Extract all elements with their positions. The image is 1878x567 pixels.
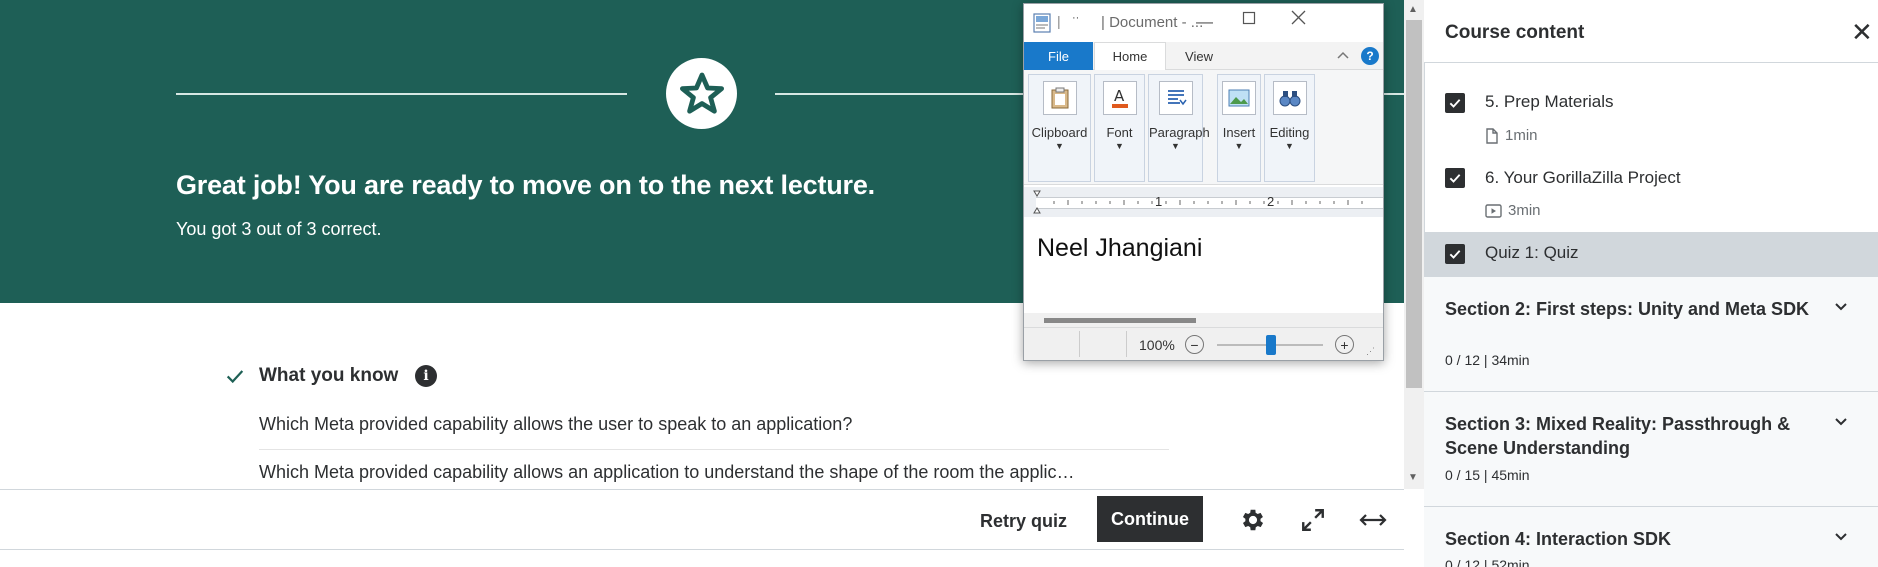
continue-button[interactable]: Continue [1097,496,1203,542]
chevron-down-icon[interactable] [1834,529,1848,547]
wordpad-window[interactable]: | ·· | Document - ... — File Home View ?… [1023,3,1384,361]
quick-access-menu-icon[interactable]: ·· [1072,12,1079,24]
ruler-ticks [1033,190,1363,214]
ribbon-group-label: Editing [1269,125,1310,140]
tab-view[interactable]: View [1174,42,1224,70]
sidebar-title: Course content [1445,22,1585,43]
info-icon[interactable]: i [415,365,437,387]
lecture-title[interactable]: 6. Your GorillaZilla Project [1485,168,1681,188]
ribbon-group-label: Paragraph [1149,125,1210,140]
lecture-title[interactable]: 5. Prep Materials [1485,92,1614,112]
font-icon: A [1102,81,1137,115]
window-close-icon[interactable] [1291,10,1306,30]
settings-gear-icon[interactable] [1238,505,1268,535]
section-title[interactable]: Section 2: First steps: Unity and Meta S… [1445,297,1825,321]
question-divider [259,449,1169,450]
quick-access-separator: | [1057,13,1061,29]
section-meta: 0 / 12 | 52min [1445,557,1530,567]
close-icon[interactable]: ✕ [1851,19,1873,45]
ribbon-group-clipboard[interactable]: Clipboard ▼ [1028,74,1091,182]
question-item-1: Which Meta provided capability allows th… [259,414,853,434]
lecture-duration: 3min [1508,202,1541,219]
lecture-meta: 3min [1485,202,1541,219]
ribbon-group-paragraph[interactable]: Paragraph ▼ [1148,74,1210,182]
scroll-up-arrow-icon[interactable]: ▲ [1408,4,1418,15]
tab-home[interactable]: Home [1094,42,1166,70]
zoom-slider-thumb[interactable] [1266,335,1276,355]
ribbon-group-label: Clipboard [1031,125,1088,140]
ribbon-group-label: Font [1106,125,1133,140]
section-meta: 0 / 15 | 45min [1445,467,1530,483]
clipboard-icon [1042,81,1077,115]
scroll-down-arrow-icon[interactable]: ▼ [1408,472,1418,483]
ribbon-group-label: Insert [1222,125,1256,140]
lecture-meta: 1min [1485,127,1538,144]
minimize-icon[interactable]: — [1196,12,1213,32]
section-title[interactable]: Section 4: Interaction SDK [1445,527,1825,551]
retry-quiz-button[interactable]: Retry quiz [980,506,1067,536]
lecture-checkbox[interactable] [1445,244,1465,264]
dropdown-arrow-icon: ▼ [1171,141,1180,151]
zoom-in-button[interactable]: + [1335,335,1354,354]
banner-divider-left [176,93,627,95]
chevron-down-icon[interactable] [1834,414,1848,432]
ribbon-group-font[interactable]: A Font ▼ [1094,74,1145,182]
ruler-mark: 1 [1155,194,1163,209]
binoculars-icon [1272,81,1307,115]
ruler-mark: 2 [1267,194,1275,209]
lecture-checkbox[interactable] [1445,93,1465,113]
collapse-ribbon-icon[interactable] [1336,47,1350,65]
svg-text:A: A [1114,87,1125,105]
status-divider [1079,331,1080,357]
tab-file[interactable]: File [1024,42,1093,70]
what-you-know-heading: What you know [259,365,399,386]
section-meta: 0 / 12 | 34min [1445,352,1530,368]
status-divider [1126,331,1127,357]
document-text[interactable]: Neel Jhangiani [1037,234,1202,263]
wordpad-app-icon[interactable] [1033,13,1051,38]
window-title: | Document - ... [1101,14,1204,31]
fullscreen-expand-icon[interactable] [1298,505,1328,535]
zoom-level: 100% [1139,337,1175,353]
zoom-out-button[interactable]: − [1185,335,1204,354]
chevron-down-icon[interactable] [1834,299,1848,317]
video-icon [1485,203,1502,218]
check-icon [224,365,246,392]
star-badge [666,58,737,129]
help-icon[interactable]: ? [1361,47,1379,65]
resize-grip-icon[interactable]: ⋰ [1366,346,1375,357]
paragraph-icon [1158,81,1193,115]
lecture-title[interactable]: Quiz 1: Quiz [1485,243,1579,263]
dropdown-arrow-icon: ▼ [1285,141,1294,151]
banner-subtitle: You got 3 out of 3 correct. [176,219,382,239]
screen: Great job! You are ready to move on to t… [0,0,1878,567]
section-title[interactable]: Section 3: Mixed Reality: Passthrough & … [1445,412,1825,460]
expand-width-icon[interactable] [1358,505,1388,535]
picture-icon [1222,81,1256,115]
star-icon [679,72,724,114]
ribbon-group-insert[interactable]: Insert ▼ [1217,74,1261,182]
section-item[interactable] [1424,276,1878,391]
maximize-icon[interactable] [1242,10,1256,30]
dropdown-arrow-icon: ▼ [1234,141,1244,151]
document-area[interactable]: Neel Jhangiani [1024,217,1383,313]
banner-title: Great job! You are ready to move on to t… [176,170,875,200]
dropdown-arrow-icon: ▼ [1055,141,1064,151]
dropdown-arrow-icon: ▼ [1115,141,1124,151]
lecture-checkbox[interactable] [1445,168,1465,188]
ribbon-group-editing[interactable]: Editing ▼ [1264,74,1315,182]
file-icon [1486,127,1498,144]
horizontal-scrollbar-thumb[interactable] [1044,318,1196,323]
scrollbar-thumb[interactable] [1406,20,1422,388]
question-item-2: Which Meta provided capability allows an… [259,462,1075,482]
lecture-duration: 1min [1505,127,1538,144]
